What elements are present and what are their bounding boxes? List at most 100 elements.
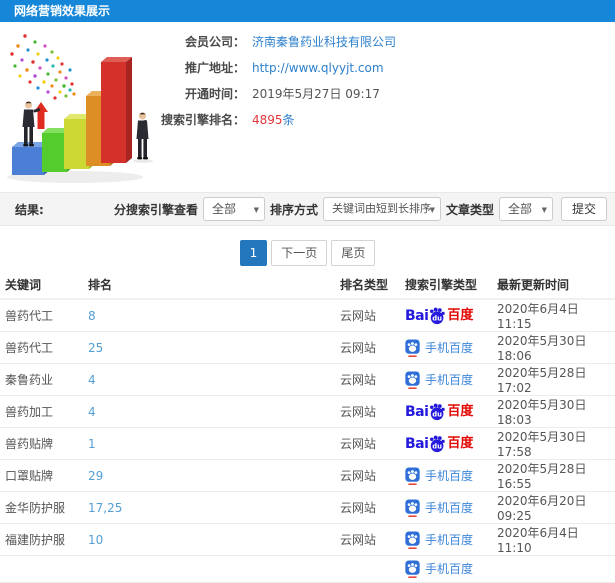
baidu-cn-text: 百度 xyxy=(447,404,474,419)
engine-cell: Bai du 百度 xyxy=(405,435,497,453)
baidu-mobile-label: 手机百度 xyxy=(425,532,474,547)
keyword-cell: 兽药贴牌 xyxy=(5,437,54,451)
open-time-value: 2019年5月27日 09:17 xyxy=(252,87,380,101)
rank-link[interactable]: 4 xyxy=(88,405,340,419)
rank-type-cell: 云网站 xyxy=(340,501,377,515)
engine-cell: 手机百度 xyxy=(405,530,497,549)
keyword-cell: 兽药代工 xyxy=(5,309,54,323)
updated-cell: 2020年5月30日 17:58 xyxy=(497,430,587,459)
engine-cell: 手机百度 xyxy=(405,498,497,517)
table-row: 兽药代工 8 云网站 Bai du 百度 2020年6月4日 11:15 xyxy=(0,300,615,332)
svg-text:du: du xyxy=(433,314,443,322)
rank-type-cell: 云网站 xyxy=(340,309,377,323)
baidu-mobile-icon xyxy=(405,530,420,549)
header-engine-type: 搜索引擎类型 xyxy=(405,278,478,292)
chevron-down-icon: ▼ xyxy=(541,206,547,214)
table-header-row: 关键词 排名 排名类型 搜索引擎类型 最新更新时间 xyxy=(0,272,615,300)
rank-type-cell: 云网站 xyxy=(340,437,377,451)
engine-filter-select[interactable]: 全部 ▼ xyxy=(202,197,265,221)
table-row: 兽药贴牌 1 云网站 Bai du 百度 2020年5月30日 17:58 xyxy=(0,428,615,460)
updated-cell: 2020年5月28日 17:02 xyxy=(497,366,587,395)
table-row: 秦鲁药业 4 云网站 手机百度 2020年5月28日 17:02 xyxy=(0,364,615,396)
baidu-paw-icon: du xyxy=(430,435,446,452)
window-title-bar: 网络营销效果展示 xyxy=(0,0,615,22)
updated-cell: 2020年5月30日 18:03 xyxy=(497,398,587,427)
chevron-down-icon: ▼ xyxy=(429,206,435,214)
filter-bar: 结果: 分搜索引擎查看 全部 ▼ 排序方式 关键词由短到长排序 ▼ 文章类型 全… xyxy=(0,192,615,226)
sort-filter-label: 排序方式 xyxy=(269,202,318,217)
ranking-count-value: 4895条 xyxy=(252,112,295,129)
table-row: 手机百度 xyxy=(0,556,615,583)
svg-text:du: du xyxy=(433,410,443,418)
account-summary-section: 会员公司： 济南秦鲁药业科技有限公司 推广地址： http://www.qlyy… xyxy=(0,22,615,192)
baidu-mobile-label: 手机百度 xyxy=(425,500,474,515)
page-button-1[interactable]: 1 xyxy=(239,240,268,266)
header-keyword: 关键词 xyxy=(5,278,42,292)
sort-filter-select[interactable]: 关键词由短到长排序 ▼ xyxy=(322,197,441,221)
baidu-bai-text: Bai xyxy=(405,435,429,452)
rank-link[interactable]: 1 xyxy=(88,437,340,451)
businessman-right xyxy=(133,112,153,163)
svg-text:du: du xyxy=(433,442,443,450)
baidu-mobile-logo: 手机百度 xyxy=(405,498,474,517)
baidu-mobile-label: 手机百度 xyxy=(425,372,474,387)
updated-cell: 2020年6月4日 11:10 xyxy=(497,526,579,555)
promo-url-link[interactable]: http://www.qlyyjt.com xyxy=(252,60,384,77)
keyword-cell: 兽药加工 xyxy=(5,405,54,419)
confetti-dots xyxy=(10,34,76,100)
header-updated: 最新更新时间 xyxy=(497,278,570,292)
growth-chart-illustration xyxy=(7,34,153,183)
rank-link[interactable]: 4 xyxy=(88,373,340,387)
rank-type-cell: 云网站 xyxy=(340,405,377,419)
baidu-bai-text: Bai xyxy=(405,307,429,324)
rank-link[interactable]: 17,25 xyxy=(88,501,340,515)
next-page-button[interactable]: 下一页 xyxy=(271,240,328,266)
baidu-mobile-label: 手机百度 xyxy=(425,340,474,355)
baidu-mobile-icon xyxy=(405,338,420,357)
last-page-button[interactable]: 尾页 xyxy=(331,240,376,266)
baidu-paw-icon: du xyxy=(430,403,446,420)
baidu-mobile-icon xyxy=(405,560,420,578)
rank-type-cell: 云网站 xyxy=(340,373,377,387)
submit-button[interactable]: 提交 xyxy=(560,197,607,221)
type-filter-value: 全部 xyxy=(507,202,532,216)
updated-cell: 2020年6月20日 09:25 xyxy=(497,494,587,523)
keyword-cell: 金华防护服 xyxy=(5,501,66,515)
sort-filter-value: 关键词由短到长排序 xyxy=(331,202,431,215)
page-title: 网络营销效果展示 xyxy=(14,4,111,18)
table-row: 福建防护服 10 云网站 手机百度 2020年6月4日 11:10 xyxy=(0,524,615,556)
table-row: 兽药加工 4 云网站 Bai du 百度 2020年5月30日 18:03 xyxy=(0,396,615,428)
baidu-mobile-label: 手机百度 xyxy=(425,562,474,576)
engine-filter-value: 全部 xyxy=(211,202,236,216)
rank-link[interactable]: 29 xyxy=(88,469,340,483)
keyword-cell: 口罩贴牌 xyxy=(5,469,54,483)
engine-cell: 手机百度 xyxy=(405,338,497,357)
keyword-cell: 兽药代工 xyxy=(5,341,54,355)
rank-link[interactable]: 8 xyxy=(88,309,340,323)
engine-filter-label: 分搜索引擎查看 xyxy=(113,202,198,217)
type-filter-select[interactable]: 全部 ▼ xyxy=(498,197,553,221)
ranking-count-number: 4895 xyxy=(252,113,283,127)
engine-cell: 手机百度 xyxy=(405,466,497,485)
baidu-pc-logo: Bai du 百度 xyxy=(405,435,473,453)
table-body: 兽药代工 8 云网站 Bai du 百度 2020年6月4日 11:15 兽药代工… xyxy=(0,300,615,583)
table-row: 兽药代工 25 云网站 手机百度 2020年5月30日 18:06 xyxy=(0,332,615,364)
baidu-mobile-icon xyxy=(405,370,420,389)
baidu-cn-text: 百度 xyxy=(447,436,474,451)
baidu-mobile-icon xyxy=(405,498,420,517)
up-arrow-icon xyxy=(34,102,48,129)
baidu-cn-text: 百度 xyxy=(447,308,474,323)
updated-cell: 2020年5月30日 18:06 xyxy=(497,334,587,363)
rank-link[interactable]: 10 xyxy=(88,533,340,547)
keyword-cell: 福建防护服 xyxy=(5,533,66,547)
baidu-mobile-logo: 手机百度 xyxy=(405,338,474,357)
baidu-mobile-logo: 手机百度 xyxy=(405,370,474,389)
updated-cell: 2020年5月28日 16:55 xyxy=(497,462,587,491)
engine-cell: 手机百度 xyxy=(405,370,497,389)
table-row: 金华防护服 17,25 云网站 手机百度 2020年6月20日 09:25 xyxy=(0,492,615,524)
bar-red xyxy=(101,57,132,163)
rank-link[interactable]: 25 xyxy=(88,341,340,355)
rank-type-cell: 云网站 xyxy=(340,469,377,483)
member-company-link[interactable]: 济南秦鲁药业科技有限公司 xyxy=(252,34,396,51)
baidu-pc-logo: Bai du 百度 xyxy=(405,307,473,325)
